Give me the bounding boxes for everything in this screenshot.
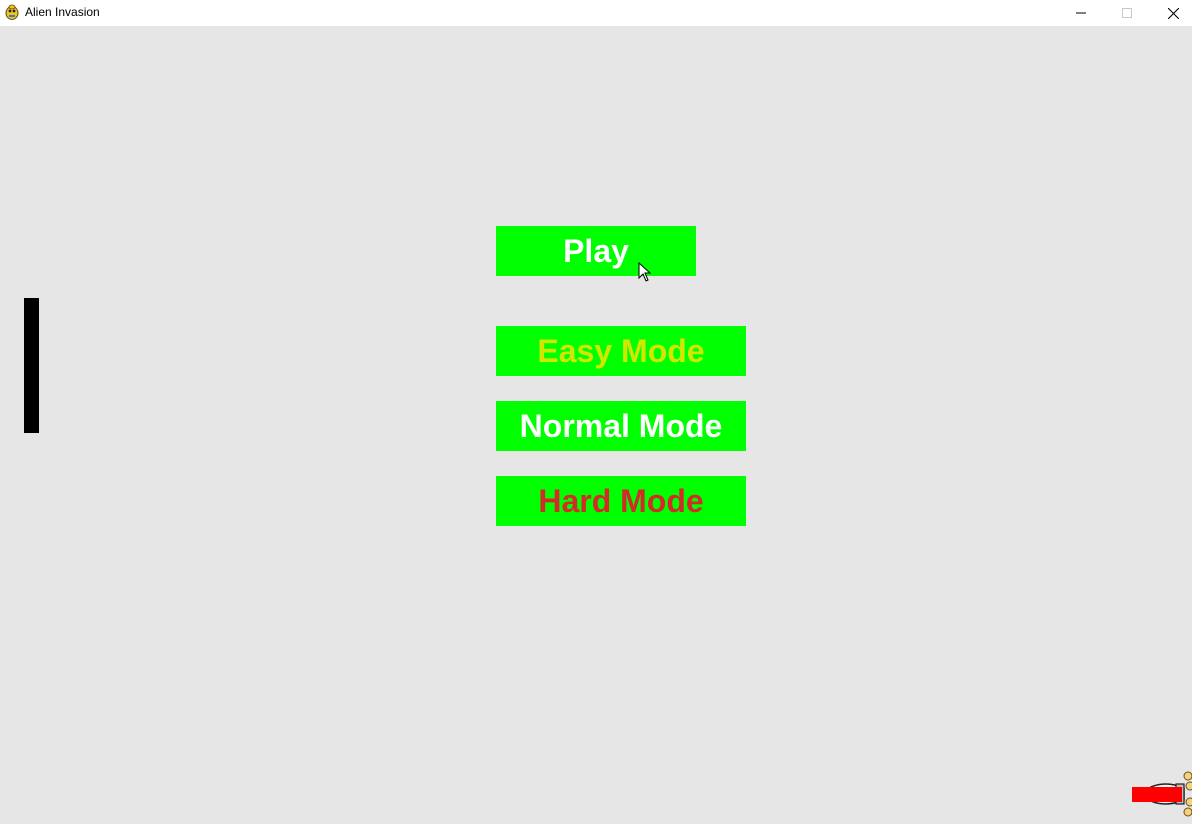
- hard-mode-button[interactable]: Hard Mode: [496, 476, 746, 526]
- maximize-button[interactable]: [1104, 0, 1150, 26]
- play-button-label: Play: [563, 232, 629, 269]
- close-icon: [1167, 7, 1179, 19]
- rocket-ship-icon: [1132, 771, 1192, 817]
- mouse-pointer-icon: [638, 262, 652, 282]
- play-button[interactable]: Play: [496, 226, 696, 276]
- ship-bullet: [1132, 787, 1182, 802]
- game-window: Alien Invasion Play Easy Mode Normal Mod…: [0, 0, 1192, 824]
- easy-mode-button[interactable]: Easy Mode: [496, 326, 746, 376]
- minimize-button[interactable]: [1058, 0, 1104, 26]
- title-bar[interactable]: Alien Invasion: [0, 0, 1192, 26]
- window-title: Alien Invasion: [25, 5, 100, 19]
- target-paddle: [24, 298, 39, 433]
- close-button[interactable]: [1150, 0, 1192, 26]
- easy-mode-label: Easy Mode: [537, 332, 705, 369]
- minimize-icon: [1076, 12, 1086, 14]
- maximize-icon: [1122, 8, 1132, 18]
- hard-mode-label: Hard Mode: [538, 482, 704, 519]
- normal-mode-button[interactable]: Normal Mode: [496, 401, 746, 451]
- normal-mode-label: Normal Mode: [519, 407, 723, 444]
- pygame-app-icon: [5, 4, 19, 20]
